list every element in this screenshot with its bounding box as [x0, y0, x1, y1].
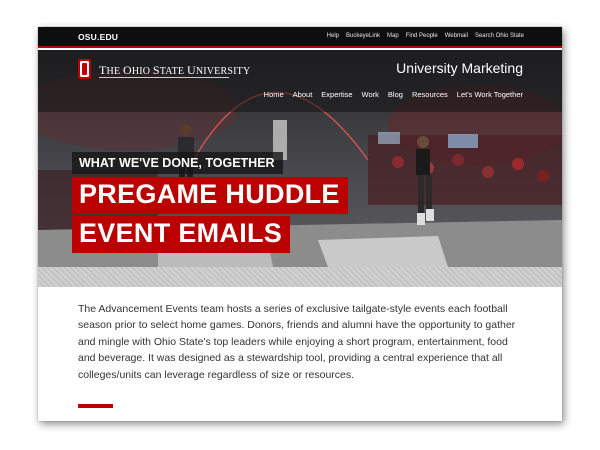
nav-item-home[interactable]: Home	[264, 90, 284, 99]
hero-title-line-2: EVENT EMAILS	[72, 216, 291, 253]
scarlet-accent-bar	[78, 404, 113, 408]
wordmark-underline	[99, 77, 229, 78]
nav-item-lets-work-together[interactable]: Let's Work Together	[457, 90, 523, 99]
browser-screenshot-frame: OSU.EDU Help BuckeyeLink Map Find People…	[38, 27, 562, 421]
nav-item-work[interactable]: Work	[362, 90, 379, 99]
global-links: Help BuckeyeLink Map Find People Webmail…	[327, 33, 524, 39]
university-wordmark[interactable]: THE OHIO STATE UNIVERSITY	[99, 63, 250, 78]
unit-title[interactable]: University Marketing	[396, 60, 523, 76]
nav-item-about[interactable]: About	[293, 90, 313, 99]
hero-title-line-1: PREGAME HUDDLE	[72, 177, 348, 214]
hero-kicker: WHAT WE'VE DONE, TOGETHER	[72, 152, 283, 174]
nav-item-resources[interactable]: Resources	[412, 90, 448, 99]
nav-item-expertise[interactable]: Expertise	[321, 90, 352, 99]
diagonal-stripe-divider	[38, 267, 562, 287]
main-nav: Home About Expertise Work Blog Resources…	[264, 90, 523, 99]
global-link-map[interactable]: Map	[387, 33, 399, 39]
global-link-help[interactable]: Help	[327, 33, 339, 39]
osu-edu-link[interactable]: OSU.EDU	[78, 32, 118, 42]
global-link-find-people[interactable]: Find People	[406, 33, 438, 39]
osu-global-bar: OSU.EDU Help BuckeyeLink Map Find People…	[38, 27, 562, 48]
hero-banner: THE OHIO STATE UNIVERSITY University Mar…	[38, 50, 562, 267]
global-link-webmail[interactable]: Webmail	[445, 33, 468, 39]
nav-item-blog[interactable]: Blog	[388, 90, 403, 99]
intro-paragraph: The Advancement Events team hosts a seri…	[78, 303, 516, 381]
global-link-buckeyelink[interactable]: BuckeyeLink	[346, 33, 380, 39]
global-link-search[interactable]: Search Ohio State	[475, 33, 524, 39]
block-o-logo-icon[interactable]	[78, 59, 91, 79]
